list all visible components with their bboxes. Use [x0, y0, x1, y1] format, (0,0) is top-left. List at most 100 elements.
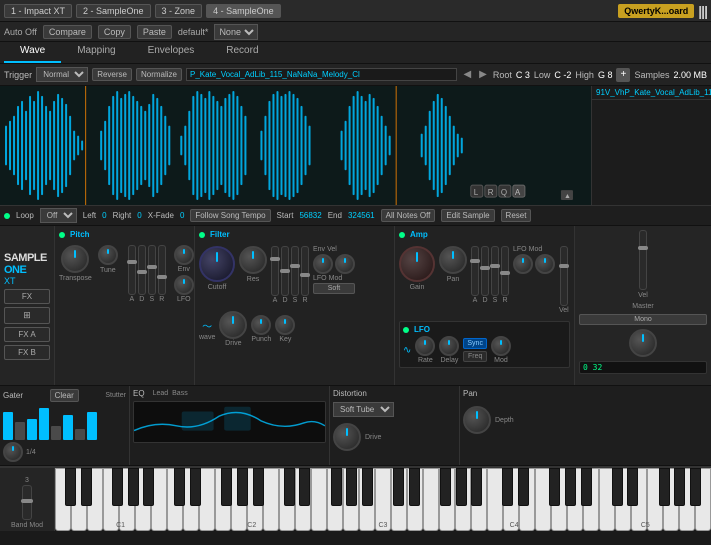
delay-knob[interactable]	[439, 336, 459, 356]
filter-lfo-knob[interactable]	[313, 254, 333, 274]
black-key-0-3[interactable]	[112, 468, 123, 506]
tab-impact-xt[interactable]: 1 - Impact XT	[4, 4, 72, 18]
step-sequencer-button[interactable]: ⊞	[4, 307, 50, 324]
preset-selector[interactable]: None	[214, 24, 258, 40]
reset-button[interactable]: Reset	[501, 209, 532, 222]
gater-bar-5[interactable]	[51, 426, 61, 440]
amp-r-slider[interactable]	[501, 246, 509, 296]
prev-sample-arrow[interactable]: ◀	[461, 69, 473, 80]
black-key-5-0[interactable]	[612, 468, 623, 506]
trigger-mode-select[interactable]: Normal	[36, 67, 88, 82]
pitch-lfo-knob[interactable]	[174, 275, 194, 295]
paste-button[interactable]: Paste	[137, 25, 172, 39]
all-notes-off-button[interactable]: All Notes Off	[381, 209, 436, 222]
black-key-5-1[interactable]	[627, 468, 638, 506]
tab-sampleone-4[interactable]: 4 - SampleOne	[206, 4, 281, 18]
reverse-button[interactable]: Reverse	[92, 68, 132, 81]
white-key-20[interactable]	[375, 468, 391, 531]
pitch-a-slider[interactable]	[128, 245, 136, 295]
black-key-1-4[interactable]	[237, 468, 248, 506]
black-key-5-5[interactable]	[690, 468, 701, 506]
black-key-1-5[interactable]	[253, 468, 264, 506]
black-key-5-3[interactable]	[659, 468, 670, 506]
sync-button[interactable]: Sync	[463, 338, 487, 349]
gater-bar-1[interactable]	[3, 412, 13, 440]
black-key-4-3[interactable]	[549, 468, 560, 506]
drive-knob[interactable]	[219, 311, 247, 339]
black-key-0-4[interactable]	[128, 468, 139, 506]
white-key-9[interactable]	[199, 468, 215, 531]
gain-knob[interactable]	[399, 246, 435, 282]
master-knob[interactable]	[629, 329, 657, 357]
black-key-3-5[interactable]	[471, 468, 482, 506]
gater-clear-button[interactable]: Clear	[50, 389, 79, 402]
amp-lfo-knob[interactable]	[513, 254, 533, 274]
black-key-2-3[interactable]	[331, 468, 342, 506]
black-key-4-4[interactable]	[565, 468, 576, 506]
tab-mapping[interactable]: Mapping	[61, 42, 131, 63]
white-key-27[interactable]	[487, 468, 503, 531]
gater-bar-3[interactable]	[27, 419, 37, 440]
punch-knob[interactable]	[251, 315, 271, 335]
pitch-s-slider[interactable]	[148, 245, 156, 295]
waveform-file-item[interactable]: 91V_VhP_Kate_Vocal_AdLib_115...	[592, 86, 711, 100]
compare-button[interactable]: Compare	[43, 25, 92, 39]
fx-b-button[interactable]: FX B	[4, 345, 50, 360]
filter-s-slider[interactable]	[291, 246, 299, 296]
piano-keyboard[interactable]: C1 C2 C3 C4 C5	[55, 468, 711, 531]
fx-a-button[interactable]: FX A	[4, 327, 50, 342]
black-key-5-4[interactable]	[674, 468, 685, 506]
black-key-2-0[interactable]	[284, 468, 295, 506]
band-slider[interactable]	[22, 485, 32, 520]
lfo-mod-knob[interactable]	[491, 336, 511, 356]
pan-depth-knob[interactable]	[463, 406, 491, 434]
amp-mod-knob[interactable]	[535, 254, 555, 274]
black-key-4-5[interactable]	[581, 468, 592, 506]
next-sample-arrow[interactable]: ▶	[477, 69, 489, 80]
loop-mode-select[interactable]: Off	[40, 208, 77, 223]
cutoff-knob[interactable]	[199, 246, 235, 282]
black-key-1-3[interactable]	[221, 468, 232, 506]
soft-button[interactable]: Soft	[313, 283, 355, 294]
gater-bar-7[interactable]	[75, 429, 85, 440]
filter-mod-knob[interactable]	[335, 254, 355, 274]
waveform-area[interactable]: L R Q A ▲ 91V_VhP_Kate_Vocal_AdLib_115..…	[0, 86, 711, 206]
black-key-4-1[interactable]	[518, 468, 529, 506]
white-key-13[interactable]	[263, 468, 279, 531]
white-key-23[interactable]	[423, 468, 439, 531]
master-vel-slider[interactable]	[639, 230, 647, 290]
black-key-3-4[interactable]	[456, 468, 467, 506]
key-knob[interactable]	[275, 315, 295, 335]
black-key-1-1[interactable]	[190, 468, 201, 506]
pitch-r-slider[interactable]	[158, 245, 166, 295]
gater-bar-8[interactable]	[87, 412, 97, 440]
res-knob[interactable]	[239, 246, 267, 274]
gater-depth-knob[interactable]	[3, 442, 23, 462]
tune-knob[interactable]	[98, 245, 118, 265]
transpose-knob[interactable]	[61, 245, 89, 273]
gater-bar-4[interactable]	[39, 408, 49, 440]
black-key-2-5[interactable]	[362, 468, 373, 506]
black-key-3-1[interactable]	[409, 468, 420, 506]
filter-r-slider[interactable]	[301, 246, 309, 296]
rate-knob[interactable]	[415, 336, 435, 356]
mono-button[interactable]: Mono	[579, 314, 707, 325]
amp-s-slider[interactable]	[491, 246, 499, 296]
follow-tempo-button[interactable]: Follow Song Tempo	[190, 209, 270, 222]
pan-knob[interactable]	[439, 246, 467, 274]
amp-vel-slider[interactable]	[560, 246, 568, 306]
black-key-0-5[interactable]	[143, 468, 154, 506]
fx-button[interactable]: FX	[4, 289, 50, 304]
filter-a-slider[interactable]	[271, 246, 279, 296]
pitch-d-slider[interactable]	[138, 245, 146, 295]
distortion-drive-knob[interactable]	[333, 423, 361, 451]
black-key-0-1[interactable]	[81, 468, 92, 506]
freq-button[interactable]: Freq	[463, 351, 487, 362]
black-key-2-1[interactable]	[299, 468, 310, 506]
normalize-button[interactable]: Normalize	[136, 68, 182, 81]
amp-d-slider[interactable]	[481, 246, 489, 296]
black-key-4-0[interactable]	[502, 468, 513, 506]
white-key-16[interactable]	[311, 468, 327, 531]
pitch-env-knob[interactable]	[174, 245, 194, 265]
gater-bar-2[interactable]	[15, 422, 25, 440]
